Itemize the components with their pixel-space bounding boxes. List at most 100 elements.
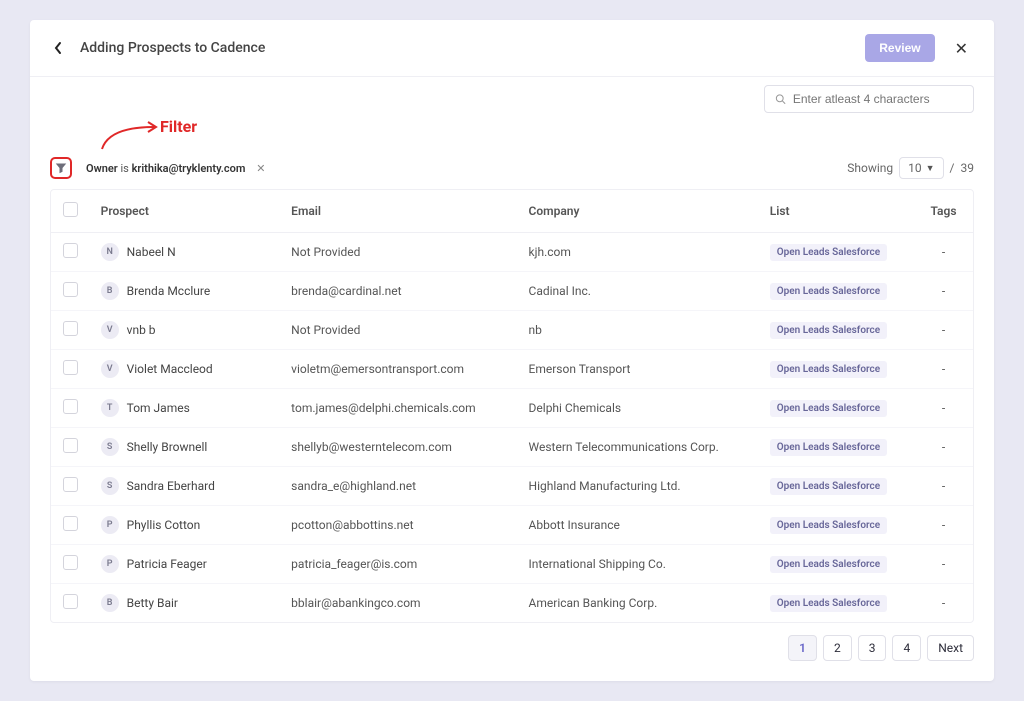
prospect-tags: - <box>914 350 973 389</box>
prospect-email: Not Provided <box>281 233 518 272</box>
page-3[interactable]: 3 <box>858 635 887 661</box>
prospect-name: Tom James <box>127 401 190 415</box>
list-chip: Open Leads Salesforce <box>770 478 887 495</box>
prospect-company: Cadinal Inc. <box>519 272 760 311</box>
prospect-email: brenda@cardinal.net <box>281 272 518 311</box>
prospect-name: Phyllis Cotton <box>127 518 201 532</box>
avatar: T <box>101 399 119 417</box>
prospect-name: Sandra Eberhard <box>127 479 215 493</box>
filter-chip-remove-icon[interactable]: ✕ <box>256 162 265 175</box>
table-row: B Brenda Mcclure brenda@cardinal.netCadina… <box>51 272 973 311</box>
prospect-tags: - <box>914 233 973 272</box>
prospect-name: Nabeel N <box>127 245 176 259</box>
list-chip: Open Leads Salesforce <box>770 283 887 300</box>
search-input[interactable] <box>793 92 963 106</box>
list-chip: Open Leads Salesforce <box>770 361 887 378</box>
prospect-company: nb <box>519 311 760 350</box>
prospect-email: bblair@abankingco.com <box>281 584 518 623</box>
annotation-label: Filter <box>160 117 197 136</box>
avatar: V <box>101 360 119 378</box>
showing-label: Showing <box>847 161 893 175</box>
page-4[interactable]: 4 <box>892 635 921 661</box>
per-page-value: 10 <box>908 161 922 175</box>
close-icon[interactable]: ✕ <box>949 37 974 60</box>
content: Filter Owner is krithika@tryklenty.com ✕… <box>30 85 994 681</box>
prospect-name: Brenda Mcclure <box>127 284 211 298</box>
search-box[interactable] <box>764 85 974 113</box>
prospect-company: Highland Manufacturing Ltd. <box>519 467 760 506</box>
back-icon[interactable] <box>50 40 66 56</box>
annotation: Filter <box>50 123 974 157</box>
prospect-name: Patricia Feager <box>127 557 207 571</box>
prospects-table: Prospect Email Company List Tags NNabeel… <box>50 189 974 623</box>
filter-icon[interactable] <box>50 157 72 179</box>
prospect-email: pcotton@abbottins.net <box>281 506 518 545</box>
search-icon <box>775 93 786 105</box>
list-chip: Open Leads Salesforce <box>770 400 887 417</box>
prospect-tags: - <box>914 506 973 545</box>
table-row: Vvnb bNot ProvidednbOpen Leads Salesforc… <box>51 311 973 350</box>
chevron-down-icon: ▼ <box>926 163 935 174</box>
avatar: S <box>101 438 119 456</box>
list-chip: Open Leads Salesforce <box>770 517 887 534</box>
prospect-tags: - <box>914 467 973 506</box>
row-checkbox[interactable] <box>63 516 78 531</box>
select-all-checkbox[interactable] <box>63 202 78 217</box>
prospect-email: Not Provided <box>281 311 518 350</box>
row-checkbox[interactable] <box>63 477 78 492</box>
page-title: Adding Prospects to Cadence <box>80 40 265 56</box>
prospect-email: patricia_feager@is.com <box>281 545 518 584</box>
row-checkbox[interactable] <box>63 321 78 336</box>
row-checkbox[interactable] <box>63 360 78 375</box>
filter-chip: Owner is krithika@tryklenty.com ✕ <box>86 162 265 175</box>
col-tags: Tags <box>914 190 973 233</box>
prospect-tags: - <box>914 428 973 467</box>
row-checkbox[interactable] <box>63 399 78 414</box>
prospect-company: Western Telecommunications Corp. <box>519 428 760 467</box>
prospect-tags: - <box>914 272 973 311</box>
per-page-select[interactable]: 10 ▼ <box>899 157 943 179</box>
col-list: List <box>760 190 914 233</box>
pager: 1234Next <box>50 635 974 661</box>
row-checkbox[interactable] <box>63 594 78 609</box>
prospect-tags: - <box>914 311 973 350</box>
annotation-arrow-icon <box>94 121 164 151</box>
prospect-tags: - <box>914 545 973 584</box>
search-row <box>50 85 974 113</box>
prospect-company: kjh.com <box>519 233 760 272</box>
page-2[interactable]: 2 <box>823 635 852 661</box>
filter-chip-value: krithika@tryklenty.com <box>132 162 246 175</box>
avatar: B <box>101 282 119 300</box>
table-row: T Tom James tom.james@delphi.chemicals.com… <box>51 389 973 428</box>
prospect-company: Emerson Transport <box>519 350 760 389</box>
showing-block: Showing 10 ▼ / 39 <box>847 157 974 179</box>
table-row: SShelly Brownellshellyb@westerntelecom.c… <box>51 428 973 467</box>
prospect-company: Delphi Chemicals <box>519 389 760 428</box>
prospect-name: vnb b <box>127 323 156 337</box>
filter-chip-op: is <box>120 162 128 175</box>
list-chip: Open Leads Salesforce <box>770 322 887 339</box>
page-header: Adding Prospects to Cadence Review ✕ <box>30 20 994 77</box>
prospect-email: tom.james@delphi.chemicals.com <box>281 389 518 428</box>
page-card: Adding Prospects to Cadence Review ✕ Fil… <box>30 20 994 681</box>
col-prospect: Prospect <box>91 190 282 233</box>
prospect-email: violetm@emersontransport.com <box>281 350 518 389</box>
col-email: Email <box>281 190 518 233</box>
page-1[interactable]: 1 <box>788 635 817 661</box>
prospect-email: sandra_e@highland.net <box>281 467 518 506</box>
row-checkbox[interactable] <box>63 282 78 297</box>
list-chip: Open Leads Salesforce <box>770 556 887 573</box>
table-row: S Sandra Eberhard sandra_e@highland.netHig… <box>51 467 973 506</box>
prospect-name: Betty Bair <box>127 596 178 610</box>
filter-row: Owner is krithika@tryklenty.com ✕ Showin… <box>50 157 974 179</box>
avatar: B <box>101 594 119 612</box>
prospect-name: Shelly Brownell <box>127 440 208 454</box>
row-checkbox[interactable] <box>63 555 78 570</box>
table-head-row: Prospect Email Company List Tags <box>51 190 973 233</box>
row-checkbox[interactable] <box>63 243 78 258</box>
row-checkbox[interactable] <box>63 438 78 453</box>
review-button[interactable]: Review <box>865 34 934 62</box>
avatar: S <box>101 477 119 495</box>
prospect-tags: - <box>914 584 973 623</box>
page-next[interactable]: Next <box>927 635 974 661</box>
